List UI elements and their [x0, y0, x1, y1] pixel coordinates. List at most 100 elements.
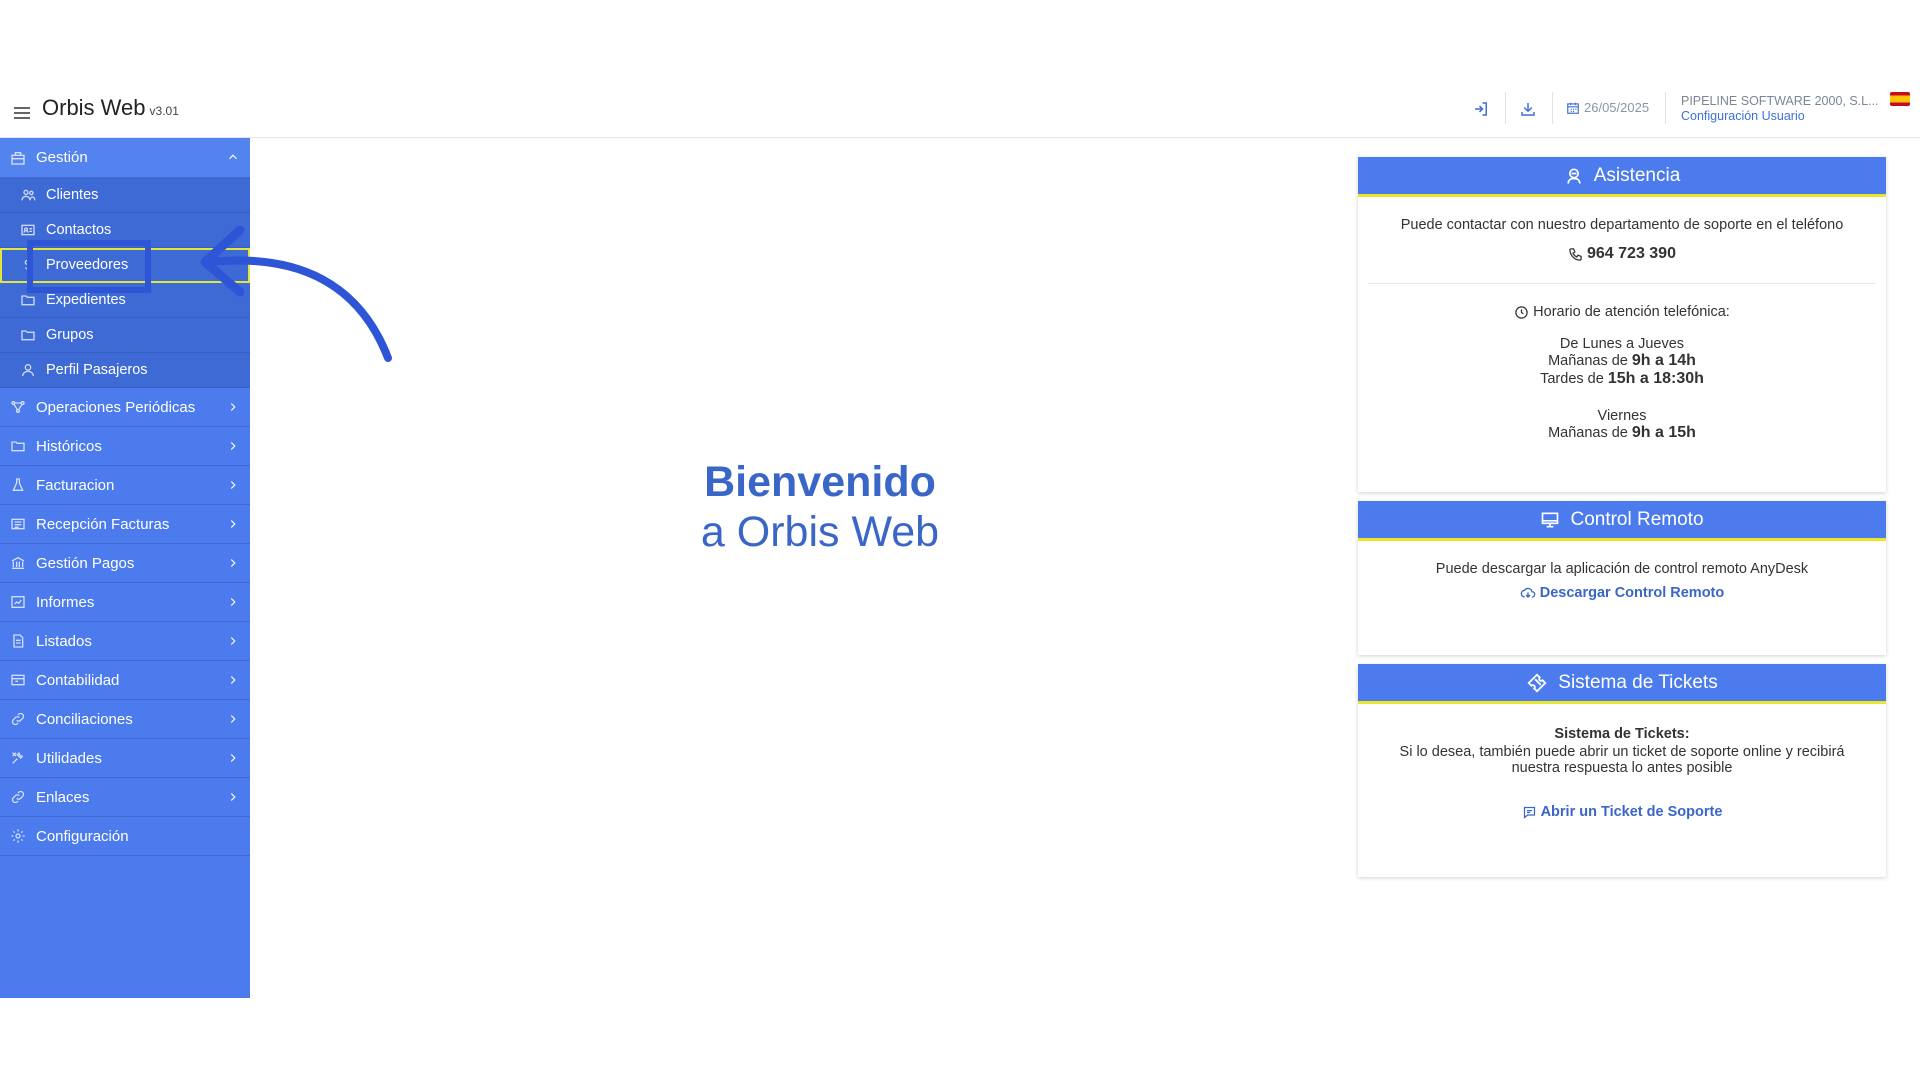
sidebar-item-expedientes[interactable]: Expedientes: [0, 283, 250, 318]
sidebar-item-listados[interactable]: Listados: [0, 622, 250, 661]
sidebar-item-label: Conciliaciones: [36, 710, 133, 728]
asistencia-title: Asistencia: [1593, 164, 1681, 186]
sidebar-item-contactos[interactable]: Contactos: [0, 213, 250, 248]
phone-icon: [1569, 247, 1582, 261]
link-icon: [10, 711, 26, 727]
date-text: 26/05/2025: [1584, 100, 1650, 115]
phone-number: 964 723 390: [1587, 245, 1676, 262]
sidebar-item-grupos[interactable]: Grupos: [0, 318, 250, 353]
phone-line: 964 723 390: [1358, 233, 1886, 263]
chevron-right-icon: [230, 520, 236, 528]
afternoon-label: Tardes de: [1540, 371, 1604, 387]
login-icon[interactable]: [1470, 98, 1492, 120]
download-icon[interactable]: [1517, 98, 1539, 120]
report-icon: [10, 594, 26, 610]
sidebar-item-label: Operaciones Periódicas: [36, 398, 196, 416]
sidebar-item-gestion-pagos[interactable]: Gestión Pagos: [0, 544, 250, 583]
friday-hours: 9h a 15h: [1631, 424, 1696, 441]
chevron-right-icon: [230, 793, 236, 801]
tickets-body: Sistema de Tickets: Si lo desea, también…: [1358, 704, 1886, 824]
app-title: Orbis Web v3.01: [42, 95, 179, 121]
sidebar-item-conciliaciones[interactable]: Conciliaciones: [0, 700, 250, 739]
folder-icon: [20, 327, 36, 343]
company-name: PIPELINE SOFTWARE 2000, S.L...: [1681, 94, 1879, 108]
tickets-title: Sistema de Tickets: [1558, 671, 1718, 693]
sidebar-item-informes[interactable]: Informes: [0, 583, 250, 622]
sidebar-item-label: Perfil Pasajeros: [46, 362, 148, 378]
sidebar-item-facturacion[interactable]: Facturacion: [0, 466, 250, 505]
chevron-right-icon: [230, 598, 236, 606]
support-agent-icon: [1567, 168, 1581, 184]
sidebar-item-label: Enlaces: [36, 788, 90, 806]
control-remoto-card-header: Control Remoto: [1358, 501, 1886, 541]
afternoon-hours: 15h a 18:30h: [1607, 370, 1704, 387]
spain-flag-icon[interactable]: [1890, 92, 1910, 106]
afternoon-line: Tardes de 15h a 18:30h: [1358, 370, 1886, 388]
sidebar-item-contabilidad[interactable]: Contabilidad: [0, 661, 250, 700]
chevron-right-icon: [230, 676, 236, 684]
hours-title: Horario de atención telefónica:: [1358, 284, 1886, 320]
sidebar-item-proveedores[interactable]: Proveedores: [0, 248, 250, 283]
asistencia-body: Puede contactar con nuestro departamento…: [1358, 197, 1886, 442]
chevron-right-icon: [230, 442, 236, 450]
sidebar-item-label: Proveedores: [46, 257, 129, 273]
asistencia-card-header: Asistencia: [1358, 157, 1886, 197]
chevron-right-icon: [230, 403, 236, 411]
sidebar-item-label: Expedientes: [46, 292, 126, 308]
sidebar: Gestión Clientes Contactos Proveedores E…: [0, 138, 250, 998]
sidebar-item-clientes[interactable]: Clientes: [0, 178, 250, 213]
control-remoto-body: Puede descargar la aplicación de control…: [1358, 541, 1886, 605]
gear-icon: [10, 828, 26, 844]
control-remoto-title: Control Remoto: [1570, 508, 1704, 530]
welcome-block: Bienvenido a Orbis Web: [640, 458, 1000, 559]
sidebar-item-label: Informes: [36, 593, 95, 611]
sidebar-item-label: Recepción Facturas: [36, 515, 170, 533]
tickets-card-header: Sistema de Tickets: [1358, 664, 1886, 704]
hours-title-text: Horario de atención telefónica:: [1533, 304, 1730, 320]
document-icon: [10, 633, 26, 649]
top-header: Orbis Web v3.01 26/05/2025 PIPELINE SOFTW…: [0, 92, 1920, 138]
sidebar-item-label: Facturacion: [36, 476, 115, 494]
building-icon: [10, 150, 26, 166]
sidebar-item-perfil-pasajeros[interactable]: Perfil Pasajeros: [0, 353, 250, 388]
sidebar-item-operaciones-periodicas[interactable]: Operaciones Periódicas: [0, 388, 250, 427]
morning-hours: 9h a 14h: [1631, 352, 1696, 369]
clock-icon: [1515, 305, 1528, 319]
sidebar-item-historicos[interactable]: Históricos: [0, 427, 250, 466]
folder-icon: [20, 292, 36, 308]
chevron-right-icon: [230, 559, 236, 567]
download-remote-link[interactable]: Descargar Control Remoto: [1520, 585, 1724, 601]
control-remoto-card: Control Remoto Puede descargar la aplica…: [1358, 501, 1886, 655]
friday-label: Viernes: [1597, 408, 1647, 424]
control-remoto-text: Puede descargar la aplicación de control…: [1435, 561, 1809, 577]
tickets-text: Si lo desea, también puede abrir un tick…: [1399, 744, 1845, 776]
sidebar-item-enlaces[interactable]: Enlaces: [0, 778, 250, 817]
asistencia-card: Asistencia Puede contactar con nuestro d…: [1358, 157, 1886, 492]
morning-line: Mañanas de 9h a 14h: [1358, 352, 1886, 370]
user-config-link[interactable]: Configuración Usuario: [1681, 109, 1805, 123]
chevron-right-icon: [230, 715, 236, 723]
sidebar-item-label: Contabilidad: [36, 671, 120, 689]
welcome-subtitle: a Orbis Web: [700, 508, 940, 557]
sidebar-group-gestion[interactable]: Gestión: [0, 138, 250, 178]
morning-label: Mañanas de: [1548, 353, 1628, 369]
mon-thu-label: De Lunes a Jueves: [1559, 336, 1685, 352]
sidebar-group-label: Gestión: [36, 149, 88, 166]
chevron-right-icon: [230, 637, 236, 645]
welcome-title: Bienvenido: [704, 458, 936, 506]
bank-icon: [10, 555, 26, 571]
open-ticket-link[interactable]: Abrir un Ticket de Soporte: [1522, 804, 1722, 820]
nodes-icon: [10, 399, 26, 415]
user-icon: [20, 362, 36, 378]
sidebar-item-label: Grupos: [46, 327, 94, 343]
sidebar-item-utilidades[interactable]: Utilidades: [0, 739, 250, 778]
sidebar-item-recepcion-facturas[interactable]: Recepción Facturas: [0, 505, 250, 544]
app-root: Orbis Web v3.01 26/05/2025 PIPELINE SOFTW…: [0, 0, 1920, 1080]
sidebar-item-label: Gestión Pagos: [36, 554, 135, 572]
hamburger-menu-icon[interactable]: [14, 104, 30, 120]
app-title-text: Orbis Web: [42, 95, 146, 120]
folder-icon: [10, 438, 26, 454]
tools-icon: [10, 750, 26, 766]
sidebar-item-configuracion[interactable]: Configuración: [0, 817, 250, 856]
chevron-up-icon: [229, 154, 237, 160]
